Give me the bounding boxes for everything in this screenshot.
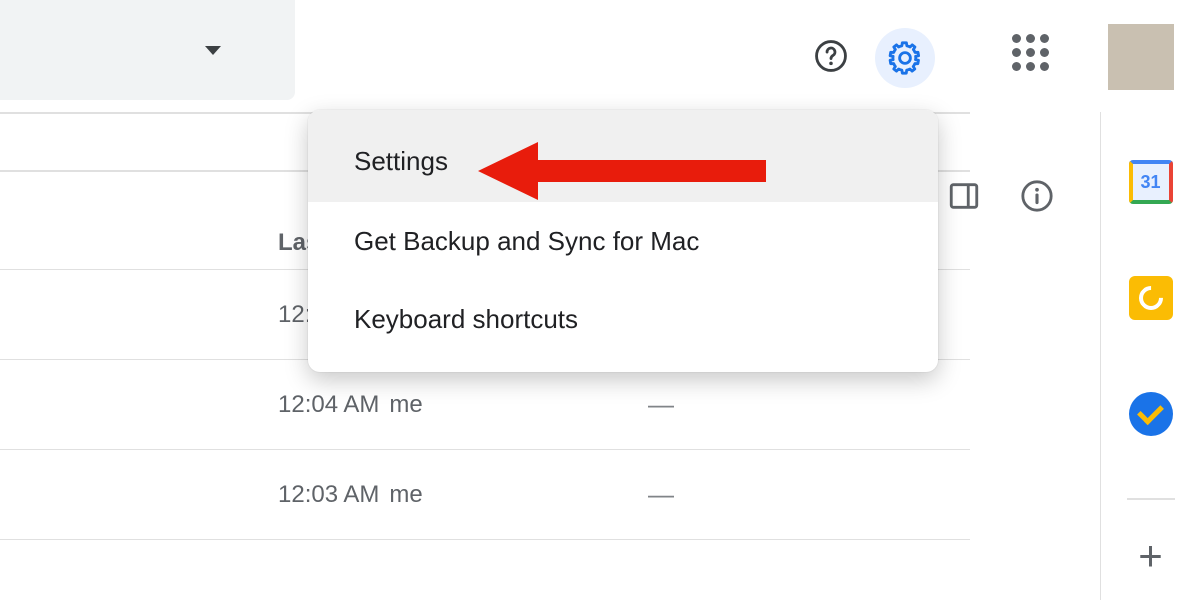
settings-menu: Settings Get Backup and Sync for Mac Key… [308,110,938,372]
row-time: 12:03 AM [278,481,379,509]
row-owner: me [389,391,422,419]
menu-item-label: Get Backup and Sync for Mac [354,226,699,257]
row-owner: me [389,481,422,509]
keep-app-icon[interactable] [1129,276,1173,320]
info-button[interactable] [1011,170,1063,222]
account-avatar[interactable] [1108,24,1174,90]
top-bar [0,0,1200,112]
list-row[interactable]: 12:04 AM me — [0,360,970,450]
view-dropdown-button[interactable] [0,0,295,100]
row-time: 12:04 AM [278,391,379,419]
menu-spacer [308,358,938,372]
side-panel: 31 + [1100,112,1200,600]
tasks-app-icon[interactable] [1129,392,1173,436]
view-details-button[interactable] [938,170,990,222]
help-icon [814,39,848,73]
menu-item-settings[interactable]: Settings [308,110,938,202]
plus-icon: + [1138,532,1163,579]
row-size: — [648,479,674,510]
row-size: — [648,389,674,420]
caret-down-icon [205,46,221,55]
help-button[interactable] [805,30,857,82]
side-divider [1127,498,1175,500]
list-row[interactable]: 12:03 AM me — [0,450,970,540]
calendar-day-number: 31 [1140,172,1160,193]
menu-item-keyboard-shortcuts[interactable]: Keyboard shortcuts [308,280,938,358]
settings-button[interactable] [875,28,935,88]
details-pane-icon [947,179,981,213]
add-addon-button[interactable]: + [1138,532,1163,580]
calendar-app-icon[interactable]: 31 [1129,160,1173,204]
menu-item-backup-sync[interactable]: Get Backup and Sync for Mac [308,202,938,280]
apps-grid-icon [1012,34,1050,72]
info-icon [1020,179,1054,213]
menu-item-label: Settings [354,146,448,177]
gear-icon [888,41,922,75]
google-apps-button[interactable] [1012,34,1050,72]
menu-item-label: Keyboard shortcuts [354,304,578,335]
